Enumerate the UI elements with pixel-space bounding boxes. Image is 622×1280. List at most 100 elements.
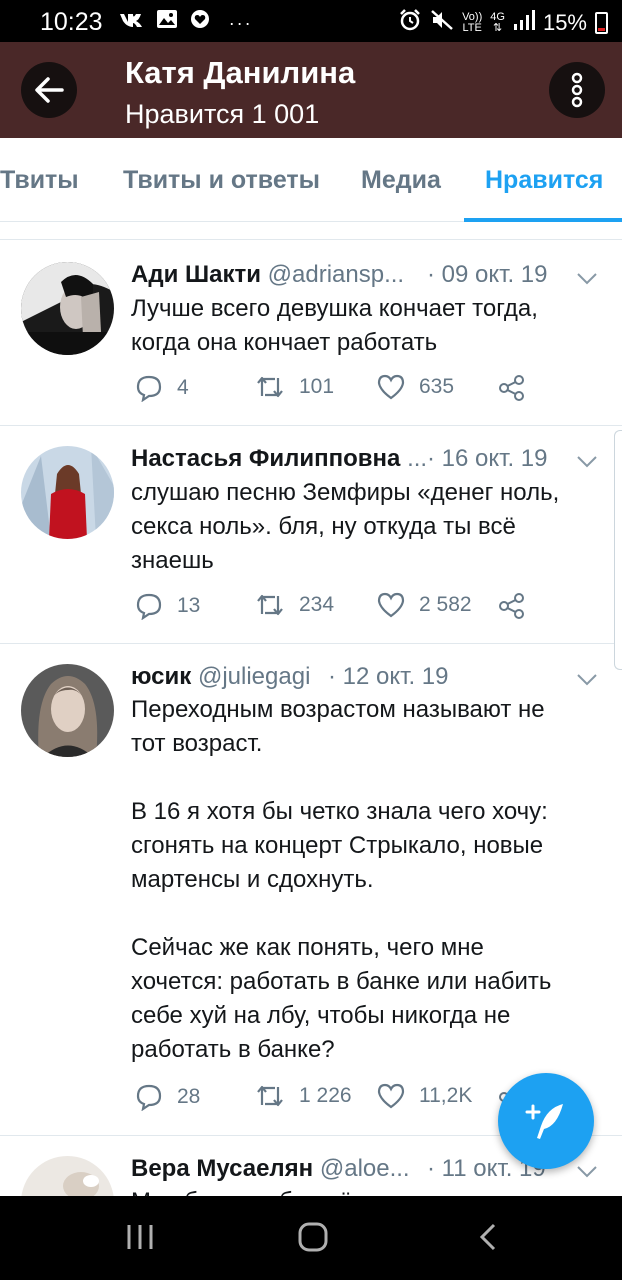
- tab-tweets[interactable]: Твиты: [0, 166, 79, 195]
- signal-icon: [513, 9, 535, 37]
- retweet-count: 1 226: [299, 1084, 352, 1107]
- reply-button[interactable]: 28: [135, 1083, 200, 1111]
- home-icon: [298, 1222, 328, 1252]
- recent-apps-button[interactable]: [126, 1222, 154, 1257]
- tweet-date: · 16 окт. 19: [427, 445, 548, 472]
- heart-outline-icon: [377, 1083, 405, 1109]
- system-nav-bar: [0, 1196, 622, 1280]
- reply-button[interactable]: 13: [135, 592, 200, 620]
- alarm-icon: [398, 8, 422, 38]
- tweet-date: · 09 окт. 19: [427, 261, 548, 288]
- tab-likes[interactable]: Нравится: [485, 166, 603, 195]
- tweet-text: Мне бы не тебя днём и успокоиться: [131, 1185, 601, 1196]
- author-handle[interactable]: @aloe...: [320, 1155, 410, 1182]
- list-gap: [0, 222, 622, 240]
- gallery-icon: [156, 10, 190, 34]
- reply-button[interactable]: 4: [135, 374, 189, 402]
- mute-icon: [430, 8, 454, 38]
- author-name[interactable]: юсик: [131, 663, 191, 690]
- tweet-header: Ади Шакти @adriansp...: [131, 261, 404, 289]
- compose-tweet-button[interactable]: [498, 1073, 594, 1169]
- retweet-button[interactable]: 101: [255, 374, 334, 400]
- scrollbar[interactable]: [614, 430, 622, 670]
- status-right: Vo)) LTE 4G ⇅ 15%: [398, 8, 608, 38]
- chevron-down-icon[interactable]: [577, 1166, 597, 1178]
- back-button[interactable]: [21, 62, 77, 118]
- author-name[interactable]: Ади Шакти: [131, 261, 261, 288]
- share-icon: [499, 593, 524, 619]
- share-icon: [499, 375, 524, 401]
- status-time: 10:23: [40, 8, 103, 36]
- profile-app-bar: Катя Данилина Нравится 1 001: [0, 42, 622, 138]
- vk-icon: [118, 12, 156, 34]
- tweet[interactable]: юсик @juliegagi · 12 окт. 19 Переходным …: [0, 644, 622, 1136]
- likes-count: Нравится 1 001: [125, 99, 320, 129]
- volte-indicator: Vo)) LTE: [462, 11, 483, 34]
- tab-media[interactable]: Медиа: [361, 166, 441, 195]
- like-button[interactable]: 635: [377, 374, 454, 400]
- avatar[interactable]: [21, 1156, 114, 1196]
- tweet-actions: 4 101 635: [131, 374, 601, 408]
- tab-tweets-and-replies[interactable]: Твиты и ответы: [123, 166, 320, 195]
- avatar[interactable]: [21, 446, 114, 539]
- tweet[interactable]: Настасья Филипповна ... · 16 окт. 19 слу…: [0, 426, 622, 644]
- share-button[interactable]: [498, 374, 526, 402]
- reply-count: 28: [177, 1085, 201, 1108]
- heart-outline-icon: [377, 592, 405, 618]
- tweet-header: юсик @juliegagi: [131, 663, 310, 691]
- recent-apps-icon: [127, 1225, 153, 1249]
- profile-tabs: Твиты Твиты и ответы Медиа Нравится: [0, 138, 622, 222]
- status-bar: 10:23 ··· Vo)) LTE 4G ⇅ 15%: [0, 0, 622, 42]
- chevron-down-icon[interactable]: [577, 456, 597, 468]
- retweet-button[interactable]: 234: [255, 592, 334, 618]
- author-name[interactable]: Настасья Филипповна: [131, 445, 400, 472]
- like-count: 2 582: [419, 593, 472, 616]
- author-name[interactable]: Вера Мусаелян: [131, 1155, 313, 1182]
- share-button[interactable]: [498, 592, 526, 620]
- retweet-icon: [257, 594, 283, 616]
- reply-count: 13: [177, 594, 201, 617]
- compose-feather-icon: [525, 1104, 563, 1139]
- like-count: 635: [419, 375, 455, 398]
- heart-outline-icon: [377, 374, 405, 400]
- heart-icon: [189, 10, 223, 34]
- retweet-count: 101: [299, 375, 335, 398]
- tweet-text: Переходным возрастом называют не тот воз…: [131, 696, 552, 1063]
- notification-icons: ···: [118, 9, 253, 35]
- avatar[interactable]: [21, 664, 114, 757]
- battery-icon: [595, 12, 608, 34]
- author-handle[interactable]: @adriansp...: [268, 261, 404, 288]
- reply-icon: [136, 593, 162, 620]
- vertical-dots-icon: [571, 72, 583, 108]
- tweet-actions: 13 234 2 582: [131, 592, 601, 626]
- author-handle[interactable]: @juliegagi: [198, 663, 310, 690]
- retweet-count: 234: [299, 593, 335, 616]
- more-notifications-icon: ···: [228, 13, 253, 33]
- tweet-header: Вера Мусаелян @aloe...: [131, 1155, 410, 1183]
- tweet-header: Настасья Филипповна ...: [131, 445, 427, 473]
- chevron-left-icon: [479, 1223, 496, 1251]
- tweet[interactable]: Ади Шакти @adriansp... · 09 окт. 19 Лучш…: [0, 241, 622, 426]
- chevron-down-icon[interactable]: [577, 273, 597, 285]
- home-button[interactable]: [298, 1222, 328, 1257]
- retweet-icon: [257, 1085, 283, 1107]
- profile-name: Катя Данилина: [125, 55, 356, 90]
- chevron-down-icon[interactable]: [577, 674, 597, 686]
- avatar[interactable]: [21, 262, 114, 355]
- like-button[interactable]: 2 582: [377, 592, 472, 618]
- like-count: 11,2K: [419, 1084, 473, 1107]
- battery-percent: 15%: [542, 10, 587, 35]
- like-button[interactable]: 11,2K: [377, 1083, 472, 1109]
- network-indicator: 4G ⇅: [490, 11, 505, 34]
- tweet-text: слушаю песню Земфиры «денег ноль, секса …: [131, 479, 560, 574]
- back-nav-button[interactable]: [478, 1222, 498, 1257]
- author-handle[interactable]: ...: [407, 445, 427, 472]
- retweet-button[interactable]: 1 226: [255, 1083, 352, 1109]
- arrow-left-icon: [35, 77, 64, 103]
- more-options-button[interactable]: [549, 62, 605, 118]
- tweet-date: · 12 окт. 19: [328, 663, 449, 690]
- tweet-text: Лучше всего девушка кончает тогда, когда…: [131, 295, 538, 356]
- reply-icon: [136, 1084, 162, 1111]
- reply-count: 4: [177, 376, 189, 399]
- retweet-icon: [257, 376, 283, 398]
